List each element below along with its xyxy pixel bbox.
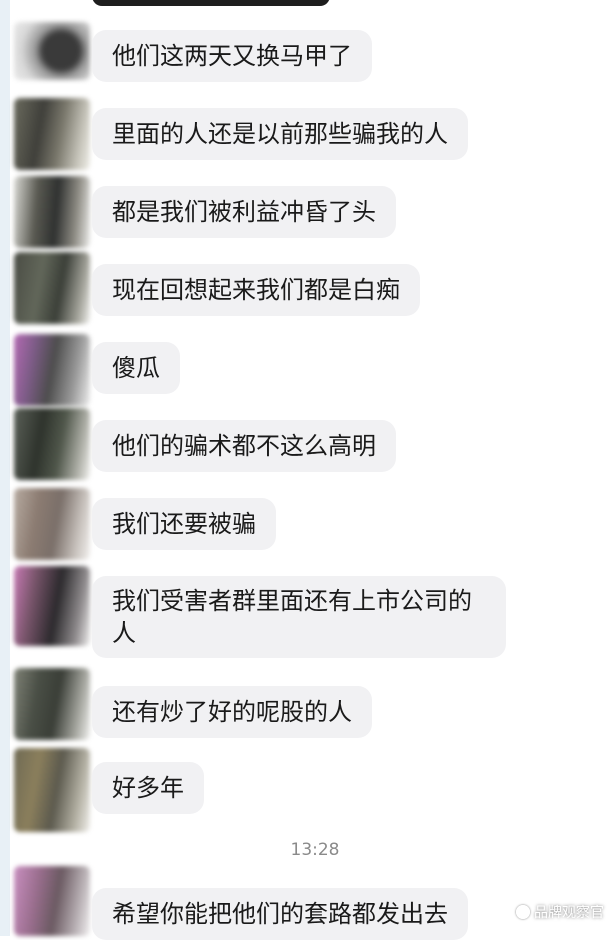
avatar[interactable] bbox=[14, 408, 90, 480]
avatar[interactable] bbox=[14, 668, 90, 740]
watermark-text: 品牌观察官 bbox=[534, 905, 604, 921]
message-bubble[interactable]: 都是我们被利益冲昏了头 bbox=[92, 186, 396, 238]
message-bubble[interactable]: 他们的骗术都不这么高明 bbox=[92, 420, 396, 472]
message-bubble[interactable]: 里面的人还是以前那些骗我的人 bbox=[92, 108, 468, 160]
avatar[interactable] bbox=[14, 488, 90, 560]
message-bubble[interactable]: 好多年 bbox=[92, 762, 204, 814]
avatar[interactable] bbox=[14, 866, 90, 936]
left-edge-strip bbox=[0, 0, 10, 936]
message-bubble[interactable]: 现在回想起来我们都是白痴 bbox=[92, 264, 420, 316]
message-bubble[interactable]: 我们还要被骗 bbox=[92, 498, 276, 550]
avatar[interactable] bbox=[14, 748, 90, 832]
message-bubble[interactable]: 还有炒了好的呢股的人 bbox=[92, 686, 372, 738]
message-bubble[interactable]: 傻瓜 bbox=[92, 342, 180, 394]
avatar[interactable] bbox=[14, 252, 90, 324]
avatar[interactable] bbox=[14, 22, 90, 80]
message-bubble[interactable]: 他们这两天又换马甲了 bbox=[92, 30, 372, 82]
avatar[interactable] bbox=[14, 176, 90, 248]
timestamp: 13:28 bbox=[290, 840, 340, 860]
top-overlay-bar bbox=[92, 0, 330, 6]
avatar[interactable] bbox=[14, 566, 90, 646]
watermark: 品牌观察官 bbox=[516, 902, 604, 922]
avatar[interactable] bbox=[14, 98, 90, 170]
avatar[interactable] bbox=[14, 334, 90, 406]
message-bubble[interactable]: 希望你能把他们的套路都发出去 bbox=[92, 888, 468, 940]
message-bubble[interactable]: 我们受害者群里面还有上市公司的 人 bbox=[92, 576, 506, 658]
watermark-logo-icon bbox=[516, 905, 530, 919]
